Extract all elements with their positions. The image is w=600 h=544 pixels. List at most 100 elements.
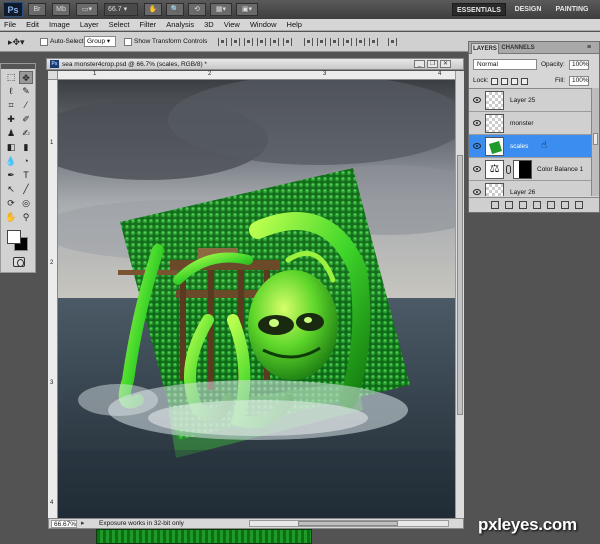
menu-select[interactable]: Select [109,19,130,30]
align-right-icon[interactable] [283,38,292,46]
lock-image-icon[interactable] [501,78,508,85]
opacity-field[interactable]: 100% [569,60,589,70]
dodge-tool-icon[interactable]: ◔ [19,155,33,168]
visibility-eye-icon[interactable] [473,120,481,126]
menu-edit[interactable]: Edit [26,19,39,30]
horizontal-scroll-thumb[interactable] [298,521,398,526]
workspace-design[interactable]: DESIGN [511,3,545,16]
layer-list-scroll-thumb[interactable] [593,133,598,145]
gradient-tool-icon[interactable]: ▮ [19,141,33,154]
healing-brush-tool-icon[interactable]: ✚ [4,113,18,126]
lock-position-icon[interactable] [511,78,518,85]
blend-mode-select[interactable]: Normal [473,59,537,70]
distribute-left-icon[interactable] [343,38,352,46]
tab-layers[interactable]: LAYERS [471,43,499,54]
zoom-level-select[interactable]: 66.7 ▾ [104,3,138,16]
rotate-view-icon[interactable]: ⟲ [188,3,206,16]
document-tab[interactable]: Ps sea monster4crop.psd @ 66.7% (scales,… [46,58,464,70]
view-extras-icon[interactable]: ▭▾ [76,3,98,16]
3d-rotate-tool-icon[interactable]: ⟳ [4,197,18,210]
crop-tool-icon[interactable]: ⌗ [4,99,18,112]
tools-panel-header[interactable] [1,64,35,69]
lock-transparent-icon[interactable] [491,78,498,85]
layer-style-icon[interactable] [505,201,513,209]
horizontal-ruler[interactable]: 1 2 3 4 [58,71,455,80]
vertical-scroll-thumb[interactable] [457,155,463,415]
move-tool-preset-icon[interactable]: ▸✥▾ [8,35,30,49]
align-hcenter-icon[interactable] [270,38,279,46]
auto-align-icon[interactable] [388,38,397,46]
distribute-hcenter-icon[interactable] [356,38,365,46]
document-canvas[interactable] [58,80,455,518]
hand-tool-panel-icon[interactable]: ✋ [4,211,18,224]
layer-list-scrollbar[interactable] [591,88,599,196]
layer-row-selected[interactable]: scales ☝ [469,135,591,158]
layer-row[interactable]: monster [469,112,591,135]
new-group-icon[interactable] [547,201,555,209]
show-transform-checkbox[interactable] [124,38,132,46]
link-chain-icon[interactable] [506,165,511,174]
3d-orbit-tool-icon[interactable]: ◎ [19,197,33,210]
menu-file[interactable]: File [4,19,16,30]
menu-filter[interactable]: Filter [140,19,157,30]
visibility-eye-icon[interactable] [473,166,481,172]
auto-select-checkbox[interactable] [40,38,48,46]
horizontal-scrollbar[interactable] [249,520,449,527]
adjustment-layer-icon[interactable] [533,201,541,209]
clone-stamp-tool-icon[interactable]: ♟ [4,127,18,140]
menu-image[interactable]: Image [49,19,70,30]
ruler-origin[interactable] [48,71,58,80]
new-layer-icon[interactable] [561,201,569,209]
move-tool-icon[interactable]: ✥ [19,71,33,84]
distribute-bottom-icon[interactable] [330,38,339,46]
align-top-icon[interactable] [218,38,227,46]
menu-layer[interactable]: Layer [80,19,99,30]
panel-menu-icon[interactable]: ≡ [587,43,591,52]
menu-help[interactable]: Help [287,19,302,30]
auto-select-dropdown[interactable]: Group ▾ [84,36,116,47]
distribute-right-icon[interactable] [369,38,378,46]
restore-icon[interactable]: ❐ [427,60,438,68]
visibility-eye-icon[interactable] [473,143,481,149]
workspace-essentials[interactable]: ESSENTIALS [452,3,506,16]
brush-tool-icon[interactable]: ✐ [19,113,33,126]
visibility-eye-icon[interactable] [473,97,481,103]
blur-tool-icon[interactable]: 💧 [4,155,18,168]
fill-field[interactable]: 100% [569,76,589,86]
bridge-button[interactable]: Br [28,3,46,16]
shape-tool-icon[interactable]: ╱ [19,183,33,196]
menu-window[interactable]: Window [250,19,277,30]
pen-tool-icon[interactable]: ✒ [4,169,18,182]
history-brush-tool-icon[interactable]: ✍ [19,127,33,140]
menu-analysis[interactable]: Analysis [166,19,194,30]
menu-3d[interactable]: 3D [204,19,214,30]
arrange-documents-icon[interactable]: ▦▾ [210,3,232,16]
vertical-scrollbar[interactable] [455,71,464,518]
marquee-tool-icon[interactable]: ⬚ [4,71,18,84]
add-mask-icon[interactable] [519,201,527,209]
minibridge-button[interactable]: Mb [52,3,70,16]
distribute-top-icon[interactable] [304,38,313,46]
status-info-arrow-icon[interactable]: ▸ [81,520,85,528]
zoom-tool-icon[interactable]: 🔍 [166,3,184,16]
tab-channels[interactable]: CHANNELS [501,43,535,54]
align-vcenter-icon[interactable] [231,38,240,46]
link-layers-icon[interactable] [491,201,499,209]
visibility-eye-icon[interactable] [473,189,481,195]
lock-all-icon[interactable] [521,78,528,85]
layer-row[interactable]: Layer 26 [469,181,591,196]
align-left-icon[interactable] [257,38,266,46]
menu-view[interactable]: View [224,19,240,30]
eyedropper-tool-icon[interactable]: ⁄ [19,99,33,112]
path-selection-tool-icon[interactable]: ↖ [4,183,18,196]
delete-layer-icon[interactable] [575,201,583,209]
workspace-painting[interactable]: PAINTING [551,3,593,16]
layer-row[interactable]: ⚖ Color Balance 1 [469,158,591,181]
close-icon[interactable]: ✕ [440,60,451,68]
hand-tool-icon[interactable]: ✋ [144,3,162,16]
eraser-tool-icon[interactable]: ◧ [4,141,18,154]
vertical-ruler[interactable]: 1 2 3 4 [48,80,58,518]
layer-row[interactable]: Layer 25 [469,89,591,112]
align-bottom-icon[interactable] [244,38,253,46]
zoom-tool-panel-icon[interactable]: ⚲ [19,211,33,224]
